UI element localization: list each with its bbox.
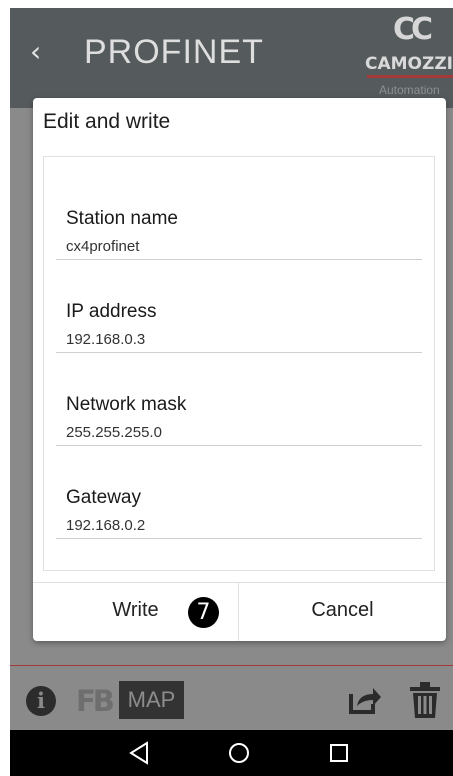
field-value: 192.168.0.3 — [66, 331, 146, 348]
android-nav-bar — [10, 730, 453, 776]
field-value: 255.255.255.0 — [66, 424, 162, 441]
nav-home-icon[interactable] — [225, 739, 253, 767]
field-label: Station name — [66, 208, 178, 229]
logo-brand: CAMOZZI — [365, 54, 453, 74]
cancel-button[interactable]: Cancel — [239, 583, 446, 641]
field-label: Network mask — [66, 394, 187, 415]
logo-underline — [367, 75, 453, 78]
fb-icon[interactable]: FB — [76, 684, 115, 718]
app-header: ‹ PROFINET CC CAMOZZI Automation — [10, 8, 453, 108]
field-value: 192.168.0.2 — [66, 517, 146, 534]
ip-address-field[interactable]: IP address 192.168.0.3 — [56, 260, 422, 353]
share-icon[interactable] — [347, 682, 381, 716]
field-label: Gateway — [66, 487, 141, 508]
bottom-toolbar: i FB MAP — [10, 666, 453, 730]
gateway-field[interactable]: Gateway 192.168.0.2 — [56, 446, 422, 539]
field-label: IP address — [66, 301, 157, 322]
camozzi-logo: CC CAMOZZI Automation — [357, 12, 453, 102]
fields-panel: Station name cx4profinet IP address 192.… — [43, 156, 435, 571]
edit-write-dialog: Edit and write Station name cx4profinet … — [33, 98, 446, 641]
back-chevron-icon[interactable]: ‹ — [30, 35, 41, 68]
nav-back-icon[interactable] — [125, 739, 153, 767]
dialog-title: Edit and write — [43, 110, 171, 133]
page-title: PROFINET — [84, 33, 264, 71]
field-value: cx4profinet — [66, 238, 140, 255]
map-button[interactable]: MAP — [119, 681, 184, 719]
dialog-actions: Write Cancel 7 — [33, 582, 446, 641]
network-mask-field[interactable]: Network mask 255.255.255.0 — [56, 353, 422, 446]
logo-subtitle: Automation — [379, 83, 440, 97]
station-name-field[interactable]: Station name cx4profinet — [56, 167, 422, 260]
trash-icon[interactable] — [410, 682, 440, 718]
logo-mark: CC — [393, 12, 433, 47]
info-icon[interactable]: i — [26, 686, 56, 716]
nav-recent-icon[interactable] — [325, 739, 353, 767]
step-badge: 7 — [188, 597, 219, 628]
